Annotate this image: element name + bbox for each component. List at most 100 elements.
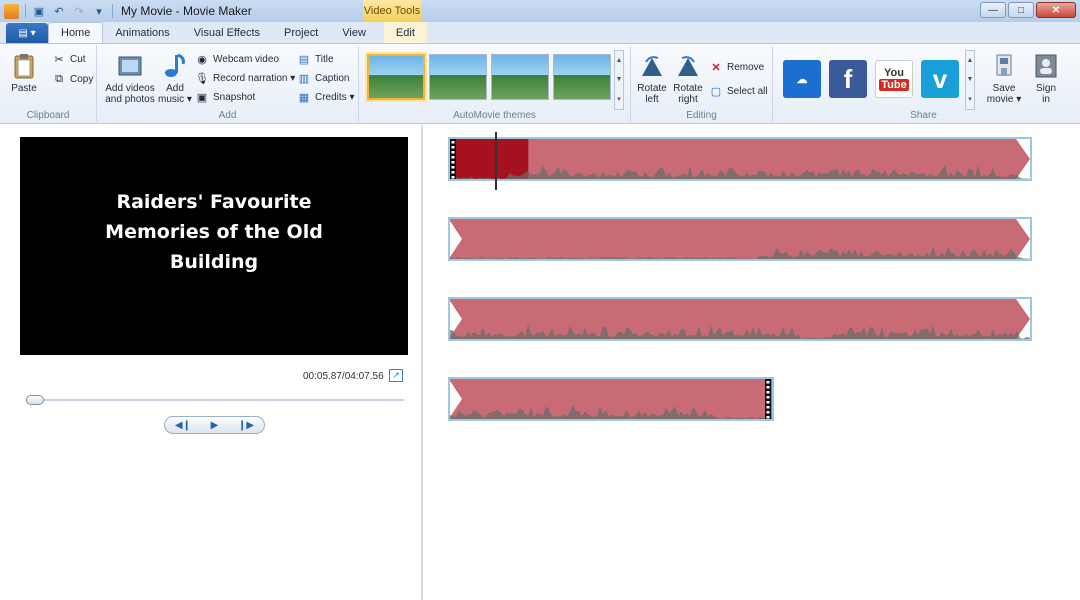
rotate-right-button[interactable]: Rotate right [673, 52, 703, 105]
paste-button[interactable]: Paste [10, 52, 38, 94]
seek-thumb[interactable] [26, 395, 44, 405]
minimize-button[interactable]: — [980, 2, 1006, 18]
clip-selected-region [450, 139, 529, 179]
copy-label: Copy [70, 73, 94, 85]
playhead[interactable] [495, 132, 497, 190]
add-music-button[interactable]: Add music ▾ [157, 52, 193, 105]
sprocket-hole [451, 176, 455, 179]
sign-in-icon [1035, 54, 1057, 78]
add-group-label: Add [218, 110, 237, 121]
select-all-icon: ▢ [710, 85, 722, 98]
credits-button[interactable]: ▦ Credits ▾ [297, 90, 355, 104]
timeline-clip[interactable] [448, 377, 774, 421]
select-all-label: Select all [727, 85, 768, 97]
snapshot-label: Snapshot [213, 91, 256, 103]
sprocket-hole [766, 391, 770, 394]
timeline-clip[interactable] [448, 137, 1032, 181]
title-bar: ▣ ↶ ↷ ▾ My Movie - Movie Maker Video Too… [0, 0, 1080, 22]
share-scroll[interactable]: ▲ ▼ ▾ [965, 50, 975, 110]
webcam-video-button[interactable]: ◉ Webcam video [195, 52, 279, 66]
vimeo-icon[interactable]: v [921, 60, 959, 98]
play-icon[interactable]: ▶ [211, 420, 219, 431]
theme-thumbnail-default[interactable] [367, 54, 425, 100]
sprocket-hole [451, 151, 455, 154]
close-button[interactable]: ✕ [1036, 2, 1076, 18]
sign-in-button[interactable]: Sign in [1031, 52, 1061, 105]
sprocket-hole [451, 161, 455, 164]
previous-frame-icon[interactable]: ◀❙ [175, 420, 191, 431]
scroll-up-icon[interactable]: ▲ [616, 57, 623, 64]
theme-thumbnail-contemporary[interactable] [429, 54, 487, 100]
fullscreen-preview-button[interactable]: ↗ [389, 369, 403, 382]
facebook-icon[interactable]: f [829, 60, 867, 98]
rotate-right-icon [678, 56, 698, 76]
quick-access-toolbar: ▣ ↶ ↷ ▾ [0, 3, 113, 19]
scroll-down-icon[interactable]: ▼ [616, 76, 623, 83]
sprocket-hole [766, 406, 770, 409]
qat-separator [25, 4, 26, 18]
youtube-icon[interactable]: You Tube [875, 60, 913, 98]
share-expand-icon[interactable]: ▾ [968, 95, 972, 103]
theme-thumbnail-cinematic[interactable] [491, 54, 549, 100]
title-icon: ▤ [298, 53, 310, 66]
redo-icon[interactable]: ↷ [72, 4, 86, 18]
undo-icon[interactable]: ↶ [52, 4, 66, 18]
caption-button[interactable]: ▥ Caption [297, 71, 350, 85]
record-narration-button[interactable]: 🎙 Record narration ▾ [195, 71, 295, 85]
title-button[interactable]: ▤ Title [297, 52, 334, 66]
playback-controls: ◀❙ ▶ ❙▶ [164, 416, 265, 434]
automovie-themes-label: AutoMovie themes [453, 110, 536, 121]
paste-icon [14, 54, 34, 79]
window-title: My Movie - Movie Maker [121, 4, 252, 18]
save-movie-button[interactable]: Save movie ▾ [985, 52, 1023, 105]
tab-visual-effects[interactable]: Visual Effects [182, 22, 272, 43]
save-movie-label: Save movie ▾ [986, 83, 1022, 105]
share-scroll-up-icon[interactable]: ▲ [967, 57, 974, 64]
timeline-clip[interactable] [448, 297, 1032, 341]
themes-scroll[interactable]: ▲ ▼ ▾ [614, 50, 624, 110]
expand-gallery-icon[interactable]: ▾ [617, 95, 621, 103]
sign-in-label: Sign in [1035, 83, 1056, 105]
microphone-icon: 🎙 [195, 72, 209, 85]
tab-project[interactable]: Project [272, 22, 330, 43]
file-menu-button[interactable]: ▤ ▾ [6, 23, 48, 43]
video-preview[interactable]: Raiders' Favourite Memories of the Old B… [20, 137, 408, 355]
timeline-clip[interactable] [448, 217, 1032, 261]
select-all-button[interactable]: ▢ Select all [709, 84, 768, 98]
add-videos-label: Add videos and photos [105, 83, 155, 105]
copy-button[interactable]: ⧉ Copy [52, 72, 93, 86]
clip-waveform [450, 299, 1030, 339]
clipboard-group-label: Clipboard [26, 110, 70, 121]
sprocket-hole [766, 386, 770, 389]
share-scroll-down-icon[interactable]: ▼ [967, 76, 974, 83]
add-videos-button[interactable]: Add videos and photos [103, 52, 157, 105]
tab-animations[interactable]: Animations [103, 22, 181, 43]
remove-x-icon: ✕ [711, 61, 721, 74]
next-frame-icon[interactable]: ❙▶ [238, 420, 254, 431]
remove-button[interactable]: ✕ Remove [709, 60, 764, 74]
customize-qat-icon[interactable]: ▾ [92, 4, 106, 18]
cut-button[interactable]: ✂ Cut [52, 52, 85, 66]
save-icon[interactable]: ▣ [32, 4, 46, 18]
window-controls: — □ ✕ [980, 2, 1076, 18]
movie-maker-app-icon[interactable] [4, 3, 19, 19]
automovie-themes-group: ▲ ▼ ▾ AutoMovie themes [359, 46, 631, 122]
add-group: Add videos and photos Add music ▾ ◉ Webc… [97, 46, 359, 122]
maximize-button[interactable]: □ [1008, 2, 1034, 18]
sprocket-hole [451, 146, 455, 149]
sprocket-hole [766, 396, 770, 399]
qat-separator [112, 4, 113, 18]
preview-panel: Raiders' Favourite Memories of the Old B… [0, 125, 423, 600]
onedrive-icon[interactable]: ☁ [783, 60, 821, 98]
tab-view[interactable]: View [330, 22, 378, 43]
rotate-left-button[interactable]: Rotate left [637, 52, 667, 105]
title-label: Title [315, 53, 334, 65]
seek-bar[interactable] [26, 399, 404, 401]
share-group: ☁ f You Tube v ▲ ▼ ▾ Save movie ▾ Sign in… [773, 46, 1074, 122]
timecode: 00:05.87/04:07.56 [303, 371, 384, 382]
snapshot-button[interactable]: ▣ Snapshot [195, 90, 255, 104]
tab-home[interactable]: Home [48, 22, 104, 43]
tab-edit[interactable]: Edit [383, 22, 427, 43]
clip-waveform [450, 379, 772, 419]
theme-thumbnail-fade[interactable] [553, 54, 611, 100]
